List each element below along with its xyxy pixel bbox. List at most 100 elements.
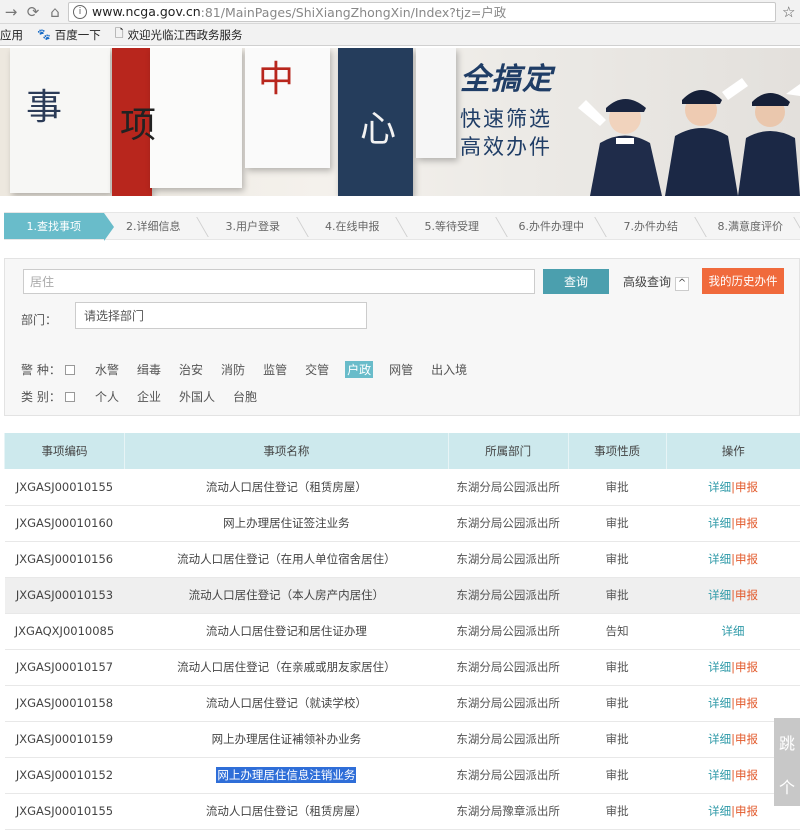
cell-actions: 详细|申报 (666, 577, 800, 614)
reload-icon[interactable]: ⟳ (22, 1, 44, 23)
home-icon[interactable]: ⌂ (44, 1, 66, 23)
table-row[interactable]: JXGASJ00010157 流动人口居住登记（在亲戚或朋友家居住） 东湖分局公园派… (4, 649, 800, 686)
banner-subtitle: 快速筛选 (460, 107, 552, 131)
cell-nature: 审批 (568, 505, 667, 542)
category-item[interactable]: 监管 (261, 361, 289, 378)
table-row[interactable]: JXGASJ00010153 流动人口居住登记（本人房产内居住） 东湖分局公园派出所… (4, 577, 800, 614)
baidu-paw-icon: 🐾 (37, 28, 51, 41)
query-button[interactable]: 查询 (543, 269, 609, 294)
table-row[interactable]: JXGASJ00010158 流动人口居住登记（就读学校） 东湖分局公园派出所 审批 详… (4, 685, 800, 722)
cell-nature: 告知 (568, 613, 667, 650)
bookmark-star-icon[interactable]: ☆ (782, 3, 800, 21)
table-row[interactable]: JXGASJ00010155 流动人口居住登记（租赁房屋） 东湖分局豫章派出所 审批 详… (4, 793, 800, 830)
cell-code-text: JXGASJ00010156 (15, 552, 114, 566)
cell-nature: 审批 (568, 793, 667, 830)
bookmark-apps[interactable]: 应用 (0, 27, 23, 43)
cell-dept-text: 东湖分局公园派出所 (456, 696, 560, 710)
cell-actions: 详细|申报 (666, 469, 800, 506)
category-item[interactable]: 交管 (303, 361, 331, 378)
apply-link[interactable]: 申报 (735, 660, 758, 674)
back-icon[interactable]: → (0, 1, 22, 23)
cell-name: 流动人口居住登记（租赁房屋） (124, 469, 449, 506)
apply-link[interactable]: 申报 (735, 552, 758, 566)
category-item[interactable]: 网管 (387, 361, 415, 378)
category-item[interactable]: 水警 (93, 361, 121, 378)
page-icon: 🗋 (114, 27, 124, 40)
detail-link[interactable]: 详细 (708, 516, 731, 530)
bookmark-jiangxi[interactable]: 🗋 欢迎光临江西政务服务 (115, 25, 243, 44)
cell-nature: 审批 (568, 721, 667, 758)
detail-link[interactable]: 详细 (708, 768, 731, 782)
info-icon[interactable]: i (73, 4, 87, 19)
table-row[interactable]: JXGASJ00010156 流动人口居住登记（在用人单位宿舍居住） 东湖分局公园派… (4, 541, 800, 578)
detail-link[interactable]: 详细 (708, 480, 731, 494)
banner-card (150, 48, 242, 188)
header-actions: 操作 (665, 433, 800, 469)
apply-link[interactable]: 申报 (735, 732, 758, 746)
side-float-button[interactable]: 个 (774, 766, 800, 806)
cell-name-text: 流动人口居住登记（在用人单位宿舍居住） (177, 552, 396, 566)
category-item[interactable]: 治安 (177, 361, 205, 378)
apply-link[interactable]: 申报 (735, 588, 758, 602)
table-row[interactable]: JXGAQXJ0010085 流动人口居住登记和居住证办理 东湖分局公园派出所 告知 详… (4, 613, 800, 650)
cell-dept: 东湖分局公园派出所 (448, 541, 569, 578)
step-5[interactable]: 5.等待受理 (402, 213, 502, 239)
detail-link[interactable]: 详细 (708, 804, 731, 818)
category-item[interactable]: 缉毒 (135, 361, 163, 378)
category-all-checkbox[interactable] (65, 364, 75, 375)
step-2[interactable]: 2.详细信息 (104, 213, 204, 239)
apply-link[interactable]: 申报 (735, 480, 758, 494)
dept-select[interactable]: 请选择部门 (75, 302, 367, 329)
step-4[interactable]: 4.在线申报 (303, 213, 403, 239)
side-float-button[interactable]: 跳 (774, 718, 800, 766)
address-bar[interactable]: i www.ncga.gov.cn:81/MainPages/ShiXiangZ… (68, 1, 776, 22)
cell-name: 流动人口居住登记（租赁房屋） (124, 793, 449, 830)
step-8[interactable]: 8.满意度评价 (701, 213, 800, 239)
cell-name-text: 网上办理居住信息注销业务 (216, 767, 357, 783)
apply-link[interactable]: 申报 (735, 768, 758, 782)
apply-link[interactable]: 申报 (735, 516, 758, 530)
type-item[interactable]: 台胞 (231, 388, 259, 405)
advanced-search-toggle[interactable]: 高级查询 ^ (623, 273, 690, 291)
history-button[interactable]: 我的历史办件 (702, 268, 784, 294)
cell-nature: 审批 (568, 577, 667, 614)
cell-name: 流动人口居住登记和居住证办理 (124, 613, 449, 650)
type-item[interactable]: 外国人 (177, 388, 217, 405)
apply-link[interactable]: 申报 (735, 804, 758, 818)
table-row[interactable]: JXGASJ00010152 网上办理居住信息注销业务 东湖分局公园派出所 审批 详细|… (4, 757, 800, 794)
banner-card (416, 48, 456, 158)
banner-subtitle: 高效办件 (460, 135, 552, 159)
table-row[interactable]: JXGASJ00010160 网上办理居住证签注业务 东湖分局公园派出所 审批 详细|申… (4, 505, 800, 542)
category-item-active[interactable]: 户政 (345, 361, 374, 378)
table-row[interactable]: JXGASJ00010159 网上办理居住证補领补办业务 东湖分局公园派出所 审批 详细… (4, 721, 800, 758)
step-3[interactable]: 3.用户登录 (203, 213, 303, 239)
category-item[interactable]: 出入境 (429, 361, 469, 378)
table-row[interactable]: JXGASJ00010155 流动人口居住登记（租赁房屋） 东湖分局公园派出所 审批 详… (4, 469, 800, 506)
category-item[interactable]: 消防 (219, 361, 247, 378)
cell-dept-text: 东湖分局公园派出所 (456, 768, 560, 782)
apply-link[interactable]: 申报 (735, 696, 758, 710)
step-7[interactable]: 7.办件办结 (601, 213, 701, 239)
detail-link[interactable]: 详细 (708, 696, 731, 710)
type-all-checkbox[interactable] (65, 391, 75, 402)
bookmark-baidu[interactable]: 🐾 百度一下 (37, 27, 101, 43)
cell-code: JXGAQXJ0010085 (4, 613, 125, 650)
type-item[interactable]: 个人 (93, 388, 121, 405)
search-input[interactable] (23, 269, 535, 294)
type-label: 类 别： (21, 390, 61, 404)
cell-name-text: 流动人口居住登记和居住证办理 (205, 624, 367, 638)
detail-link[interactable]: 详细 (708, 732, 731, 746)
detail-link[interactable]: 详细 (722, 624, 745, 638)
cell-actions: 详细|申报 (666, 505, 800, 542)
step-6[interactable]: 6.办件办理中 (502, 213, 602, 239)
browser-toolbar: → ⟳ ⌂ i www.ncga.gov.cn:81/MainPages/Shi… (0, 0, 800, 24)
banner-char: 心 (360, 109, 397, 150)
detail-link[interactable]: 详细 (708, 660, 731, 674)
detail-link[interactable]: 详细 (708, 552, 731, 566)
type-item[interactable]: 企业 (135, 388, 163, 405)
police-officers-illustration (578, 78, 800, 196)
step-1[interactable]: 1.查找事项 (4, 213, 113, 241)
detail-link[interactable]: 详细 (708, 588, 731, 602)
type-filter: 类 别： 个人 企业 外国人 台胞 (21, 388, 273, 405)
cell-dept: 东湖分局公园派出所 (448, 505, 569, 542)
